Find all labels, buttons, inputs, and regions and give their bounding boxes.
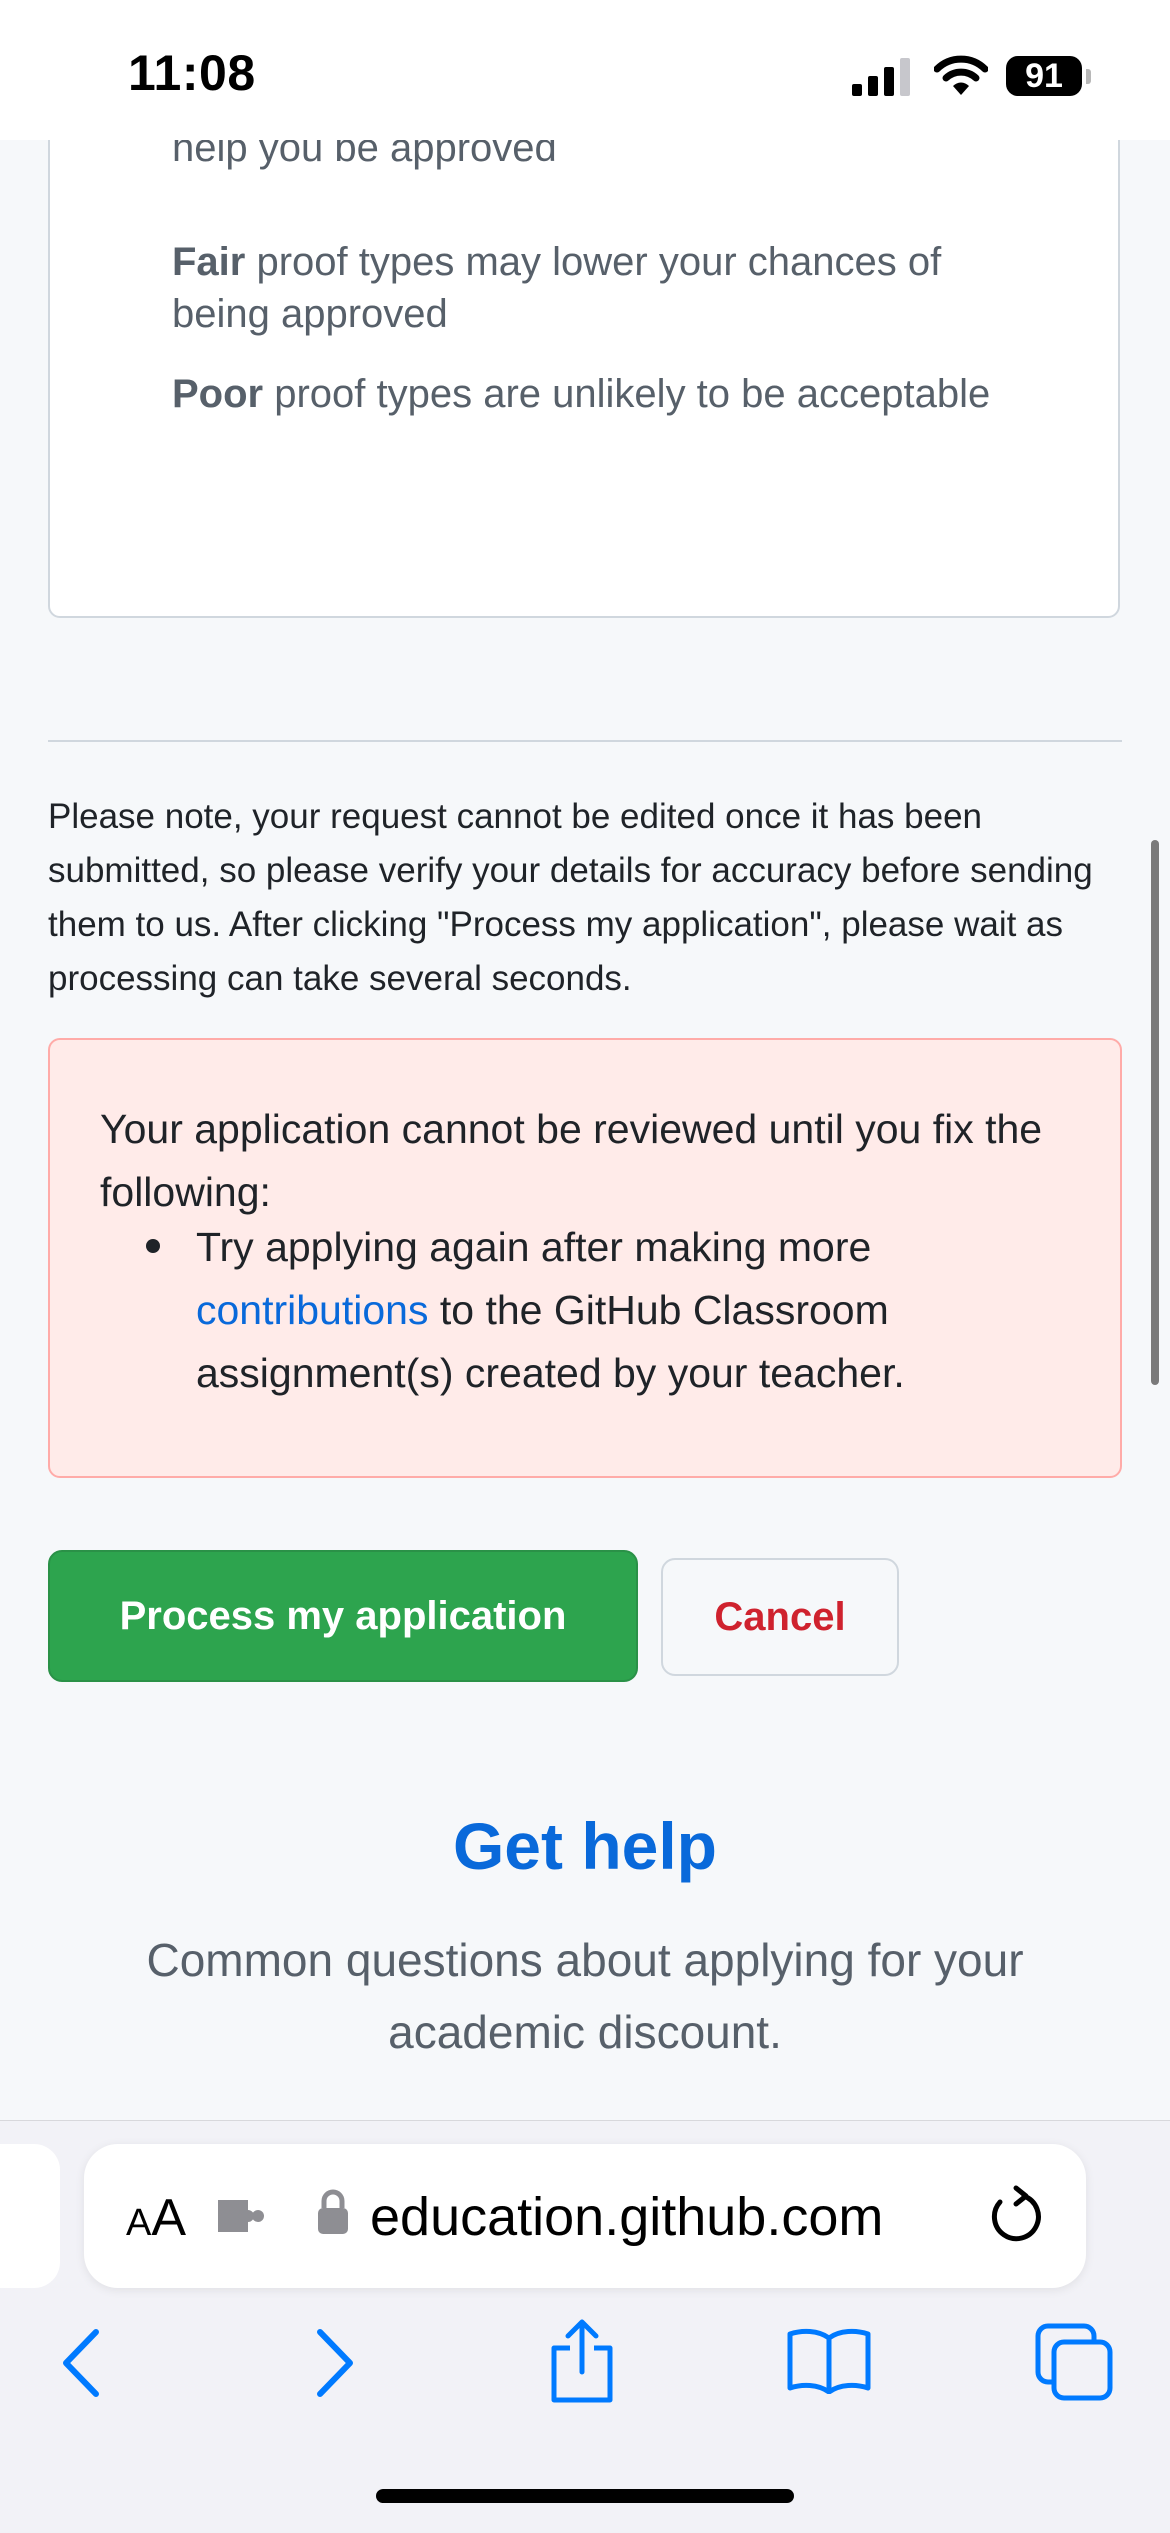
signal-icon xyxy=(852,58,910,96)
bullet xyxy=(146,1239,160,1253)
reader-aa-button[interactable]: AA xyxy=(126,2188,186,2248)
get-help-heading[interactable]: Get help xyxy=(0,1808,1170,1884)
share-icon[interactable] xyxy=(546,2318,618,2404)
wifi-icon xyxy=(934,55,988,95)
extension-icon[interactable] xyxy=(214,2192,270,2240)
error-item-prefix: Try applying again after making more xyxy=(196,1224,872,1270)
legend-poor-label: Poor xyxy=(172,372,264,416)
aa-small: A xyxy=(126,2202,152,2244)
legend-fair-label: Fair xyxy=(172,240,246,284)
clock: 11:08 xyxy=(128,45,256,101)
process-application-button[interactable]: Process my application xyxy=(48,1550,638,1682)
url-text[interactable]: education.github.com xyxy=(370,2186,883,2248)
error-flash: Your application cannot be reviewed unti… xyxy=(48,1038,1122,1478)
cancel-button[interactable]: Cancel xyxy=(661,1558,899,1676)
legend-poor: Poor proof types are unlikely to be acce… xyxy=(172,368,1032,420)
lock-icon xyxy=(318,2189,348,2234)
error-item: Try applying again after making more con… xyxy=(196,1216,1056,1405)
forward-icon[interactable] xyxy=(312,2328,356,2398)
back-icon[interactable] xyxy=(60,2328,104,2398)
battery-icon: 91 xyxy=(1006,56,1091,100)
bookmarks-icon[interactable] xyxy=(786,2326,872,2394)
legend-fair: Fair proof types may lower your chances … xyxy=(172,236,1032,340)
home-indicator xyxy=(376,2489,794,2503)
reload-icon[interactable] xyxy=(986,2184,1046,2246)
scrollbar-thumb[interactable] xyxy=(1151,840,1159,1385)
legend-poor-text: proof types are unlikely to be acceptabl… xyxy=(263,372,991,416)
section-divider xyxy=(48,740,1122,742)
legend-fair-text: proof types may lower your chances of be… xyxy=(172,240,942,336)
submission-note: Please note, your request cannot be edit… xyxy=(48,797,1093,998)
previous-tab-preview[interactable] xyxy=(0,2144,60,2288)
proof-legend-card: help you be approved Fair proof types ma… xyxy=(48,60,1120,618)
battery-level: 91 xyxy=(1006,56,1082,96)
tabs-icon[interactable] xyxy=(1034,2322,1114,2402)
aa-large: A xyxy=(151,2189,187,2247)
contributions-link[interactable]: contributions xyxy=(196,1287,428,1333)
address-bar[interactable]: AA education.github.com xyxy=(84,2144,1086,2288)
get-help-subtitle: Common questions about applying for your… xyxy=(146,1934,1024,2058)
error-heading: Your application cannot be reviewed unti… xyxy=(100,1106,1043,1215)
status-bar: 11:08 91 xyxy=(0,0,1170,140)
